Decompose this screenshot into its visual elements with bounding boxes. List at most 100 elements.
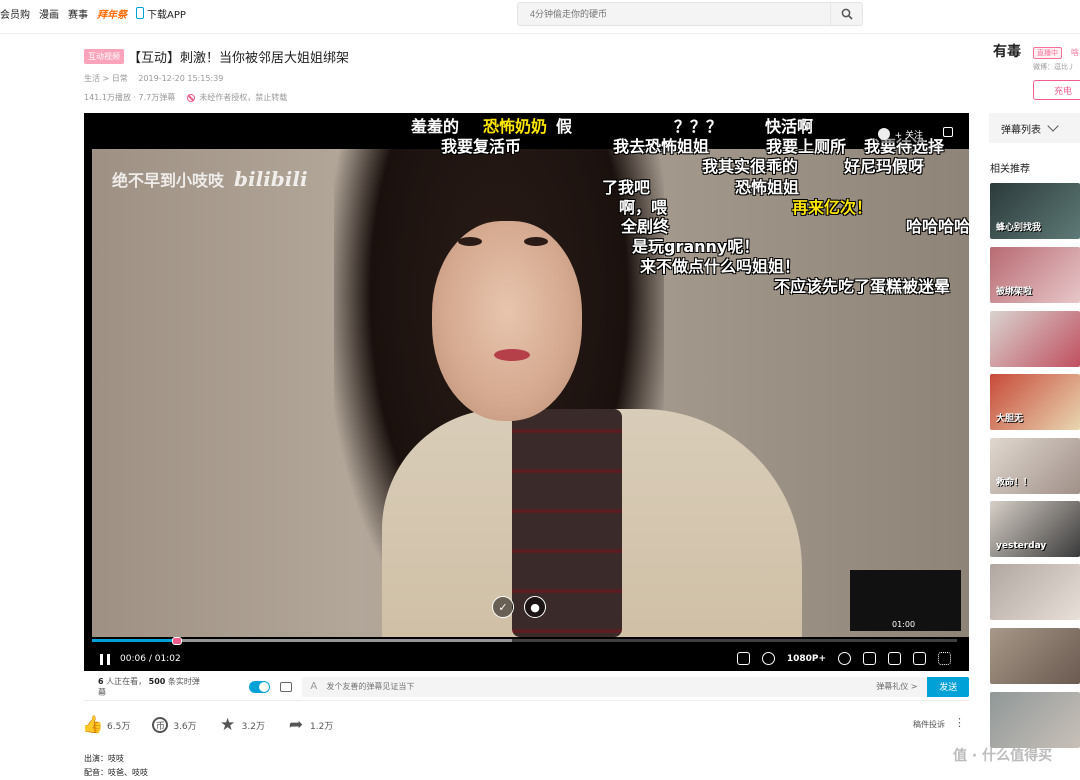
danmaku-input[interactable]	[326, 682, 877, 691]
send-danmaku-button[interactable]: 发送	[927, 676, 970, 697]
live-status-badge[interactable]: 直播中	[1033, 47, 1062, 59]
danmaku-etiquette-link[interactable]: 弹幕礼仪 >	[876, 681, 917, 692]
player-right-controls: 1080P+	[736, 652, 951, 665]
related-video-thumbnail[interactable]	[990, 692, 1080, 748]
related-thumbnail-caption: 被绑架啦	[996, 287, 1033, 297]
nav-item-new-year-gala[interactable]: 拜年祭	[97, 6, 127, 21]
related-video-thumbnail[interactable]	[990, 564, 1080, 620]
nav-item-shop[interactable]: 会员购	[0, 6, 30, 21]
progress-handle[interactable]	[172, 637, 182, 645]
nav-item-manga[interactable]: 漫画	[39, 6, 59, 21]
danmaku-send-bar: 6 人正在看， 500 条实时弹幕 A 弹幕礼仪 > 发送	[84, 673, 970, 701]
danmaku-toggle[interactable]	[248, 680, 271, 693]
danmaku-comment: 我要复活币	[441, 137, 522, 156]
uploader-avatar[interactable]: 有毒	[993, 44, 1023, 80]
coin-button[interactable]: 币 3.6万	[152, 717, 197, 733]
fullscreen-corner-icon[interactable]	[943, 127, 953, 137]
related-thumbnail-caption: 救命！！	[996, 478, 1033, 488]
uploader-name[interactable]: 啥	[1071, 47, 1079, 58]
player-controls: 00:06 / 01:02 1080P+	[84, 647, 969, 671]
location-pin-icon[interactable]: ●	[524, 596, 546, 618]
time-separator: /	[148, 654, 152, 664]
credit-cast: 出演：吱吱	[84, 754, 124, 763]
web-fullscreen-icon[interactable]	[913, 652, 926, 665]
related-thumbnail-caption: 蜂心别找我	[996, 223, 1042, 233]
video-stats: 141.1万播放 · 7.7万弹幕 未经作者授权，禁止转载	[84, 92, 287, 103]
related-video-thumbnail[interactable]: 大胆无	[990, 374, 1080, 430]
video-play-count: 141.1万播放 · 7.7万弹幕	[84, 93, 176, 102]
danmaku-list-tab[interactable]: 弹幕列表	[989, 113, 1080, 143]
uploader-mini-avatar	[877, 128, 890, 140]
related-video-thumbnail[interactable]	[990, 628, 1080, 684]
video-category[interactable]: 生活 > 日常	[84, 74, 128, 83]
viewer-text: 人正在看，	[106, 676, 147, 686]
favorite-button[interactable]: ★ 3.2万	[219, 715, 265, 735]
thumbs-up-icon: 👍	[82, 715, 104, 735]
total-time: 01:02	[154, 654, 181, 664]
favorite-count: 3.2万	[241, 721, 265, 732]
like-button[interactable]: 👍 6.5万	[82, 715, 131, 735]
video-player[interactable]: 绝不早到小吱吱 bilibili 羞羞的 恐怖奶奶 假 ？？？ 快活啊 我要复活…	[84, 113, 969, 671]
progress-played	[92, 639, 179, 642]
video-date: 2019-12-20 15:15:39	[138, 74, 224, 83]
coin-count: 3.6万	[173, 721, 197, 732]
like-count: 6.5万	[107, 721, 131, 732]
danmaku-comment: 不应该先吃了蛋糕被迷晕	[774, 277, 951, 296]
search-icon	[841, 8, 853, 20]
search-input[interactable]	[518, 9, 830, 19]
volume-icon[interactable]	[761, 652, 775, 665]
header-divider	[0, 33, 1080, 34]
chevron-down-icon	[1047, 120, 1059, 132]
star-icon: ★	[220, 715, 236, 735]
no-repost-icon	[187, 93, 196, 102]
viewer-count: 6	[98, 676, 104, 686]
live-danmaku-count: 500	[148, 676, 166, 686]
copyright-notice: 未经作者授权，禁止转载	[199, 93, 288, 102]
settings-icon[interactable]	[838, 652, 851, 665]
search-button[interactable]	[830, 3, 862, 25]
related-thumbnail-caption: 大胆无	[996, 414, 1024, 424]
video-figure-eye	[524, 237, 548, 246]
charge-button[interactable]: 充电	[1033, 80, 1080, 100]
video-figure-lips	[494, 349, 530, 361]
share-button[interactable]: ➦ 1.2万	[287, 715, 333, 735]
pause-icon[interactable]	[100, 653, 110, 665]
uploader-weibo: 微博：逗比丿	[1033, 63, 1075, 71]
widescreen-icon[interactable]	[888, 652, 901, 665]
search-bar	[517, 2, 863, 26]
report-link[interactable]: 稿件投诉	[913, 719, 945, 730]
video-figure-eye	[458, 237, 482, 246]
video-figure-face	[432, 221, 582, 421]
related-video-thumbnail[interactable]: 蜂心别找我	[990, 183, 1080, 239]
danmaku-comment: 再来亿次！	[792, 198, 873, 217]
danmaku-mode-icon[interactable]	[736, 652, 750, 665]
font-style-icon[interactable]: A	[310, 681, 317, 692]
quality-selector[interactable]: 1080P+	[787, 654, 826, 664]
time-display: 00:06 / 01:02	[120, 654, 181, 664]
check-icon[interactable]: ✓	[492, 596, 514, 618]
video-credits: 出演：吱吱 配音：吱爸、吱吱	[84, 752, 148, 780]
follow-uploader-button[interactable]: + 关注	[871, 125, 929, 143]
pip-icon[interactable]	[863, 652, 876, 665]
coin-icon: 币	[152, 717, 169, 733]
danmaku-input-wrap: A 弹幕礼仪 >	[302, 676, 928, 697]
download-app-label: 下载APP	[147, 9, 186, 21]
related-video-thumbnail[interactable]: 被绑架啦	[990, 247, 1080, 303]
video-frame[interactable]: 绝不早到小吱吱 bilibili	[92, 149, 969, 637]
related-title: 相关推荐	[990, 164, 1030, 175]
related-video-thumbnail[interactable]: 救命！！	[990, 438, 1080, 494]
danmaku-comment: 哈哈哈哈	[906, 217, 969, 236]
phone-icon	[136, 7, 144, 19]
video-title-row: 互动视频 【互动】刺激！当你被邻居大姐姐绑架	[84, 47, 349, 66]
bilibili-logo: bilibili	[234, 167, 308, 191]
nav-item-events[interactable]: 赛事	[68, 6, 88, 21]
related-video-thumbnail[interactable]: yesterday	[990, 501, 1080, 557]
download-app-link[interactable]: 下载APP	[136, 6, 186, 21]
danmaku-settings-icon[interactable]	[280, 681, 293, 692]
danmaku-comment: 好尼玛假呀	[844, 157, 925, 176]
related-thumbnail-caption: yesterday	[996, 541, 1047, 551]
related-video-thumbnail[interactable]	[990, 311, 1080, 367]
current-time: 00:06	[120, 654, 146, 664]
more-options-icon[interactable]: ⋮	[954, 716, 965, 729]
fullscreen-icon[interactable]	[938, 652, 951, 665]
